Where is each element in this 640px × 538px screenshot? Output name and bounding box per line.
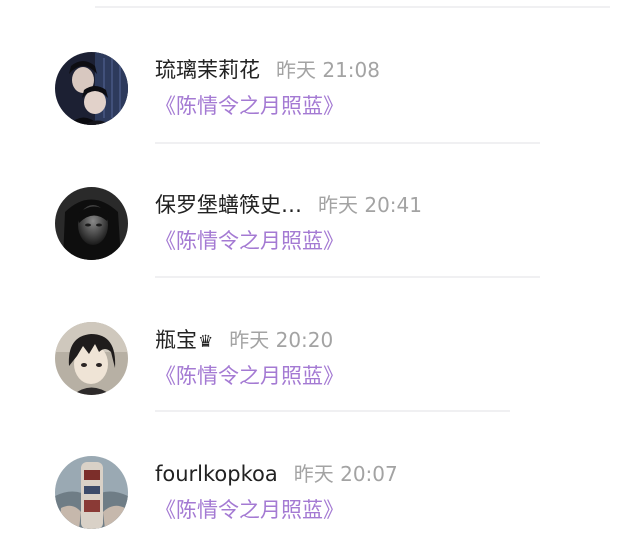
divider (155, 276, 540, 278)
timestamp: 昨天 20:07 (293, 462, 398, 486)
list-item[interactable]: 琉璃茉莉花 昨天 21:08 《陈情令之月照蓝》 (0, 30, 640, 140)
item-header: 瓶宝♛ 昨天 20:20 (155, 326, 333, 356)
work-title-link[interactable]: 《陈情令之月照蓝》 (155, 227, 344, 255)
work-title-link[interactable]: 《陈情令之月照蓝》 (155, 496, 344, 524)
list-item[interactable]: 瓶宝♛ 昨天 20:20 《陈情令之月照蓝》 (0, 300, 640, 410)
timestamp: 昨天 21:08 (276, 58, 380, 82)
avatar[interactable] (55, 52, 128, 125)
avatar[interactable] (55, 187, 128, 260)
item-header: 保罗堡蟮筷史… 昨天 20:41 (155, 191, 422, 219)
work-title-link[interactable]: 《陈情令之月照蓝》 (155, 362, 344, 390)
timestamp: 昨天 20:41 (318, 193, 422, 217)
divider (95, 6, 610, 8)
list-item[interactable]: fourlkopkoa 昨天 20:07 《陈情令之月照蓝》 (0, 434, 640, 538)
notification-list: 琉璃茉莉花 昨天 21:08 《陈情令之月照蓝》 保罗堡蟮筷史… 昨天 20:4… (0, 0, 640, 538)
crown-icon: ♛ (198, 332, 214, 352)
user-name[interactable]: 琉璃茉莉花 (155, 58, 260, 82)
avatar[interactable] (55, 322, 128, 395)
work-title-link[interactable]: 《陈情令之月照蓝》 (155, 92, 344, 120)
timestamp: 昨天 20:20 (229, 328, 334, 352)
divider (155, 142, 540, 144)
avatar[interactable] (55, 456, 128, 529)
user-name[interactable]: fourlkopkoa (155, 462, 278, 486)
user-name[interactable]: 保罗堡蟮筷史… (155, 193, 302, 217)
item-header: fourlkopkoa 昨天 20:07 (155, 460, 398, 488)
divider (155, 410, 510, 412)
user-name[interactable]: 瓶宝 (155, 328, 197, 352)
item-header: 琉璃茉莉花 昨天 21:08 (155, 56, 380, 84)
list-item[interactable]: 保罗堡蟮筷史… 昨天 20:41 《陈情令之月照蓝》 (0, 165, 640, 275)
